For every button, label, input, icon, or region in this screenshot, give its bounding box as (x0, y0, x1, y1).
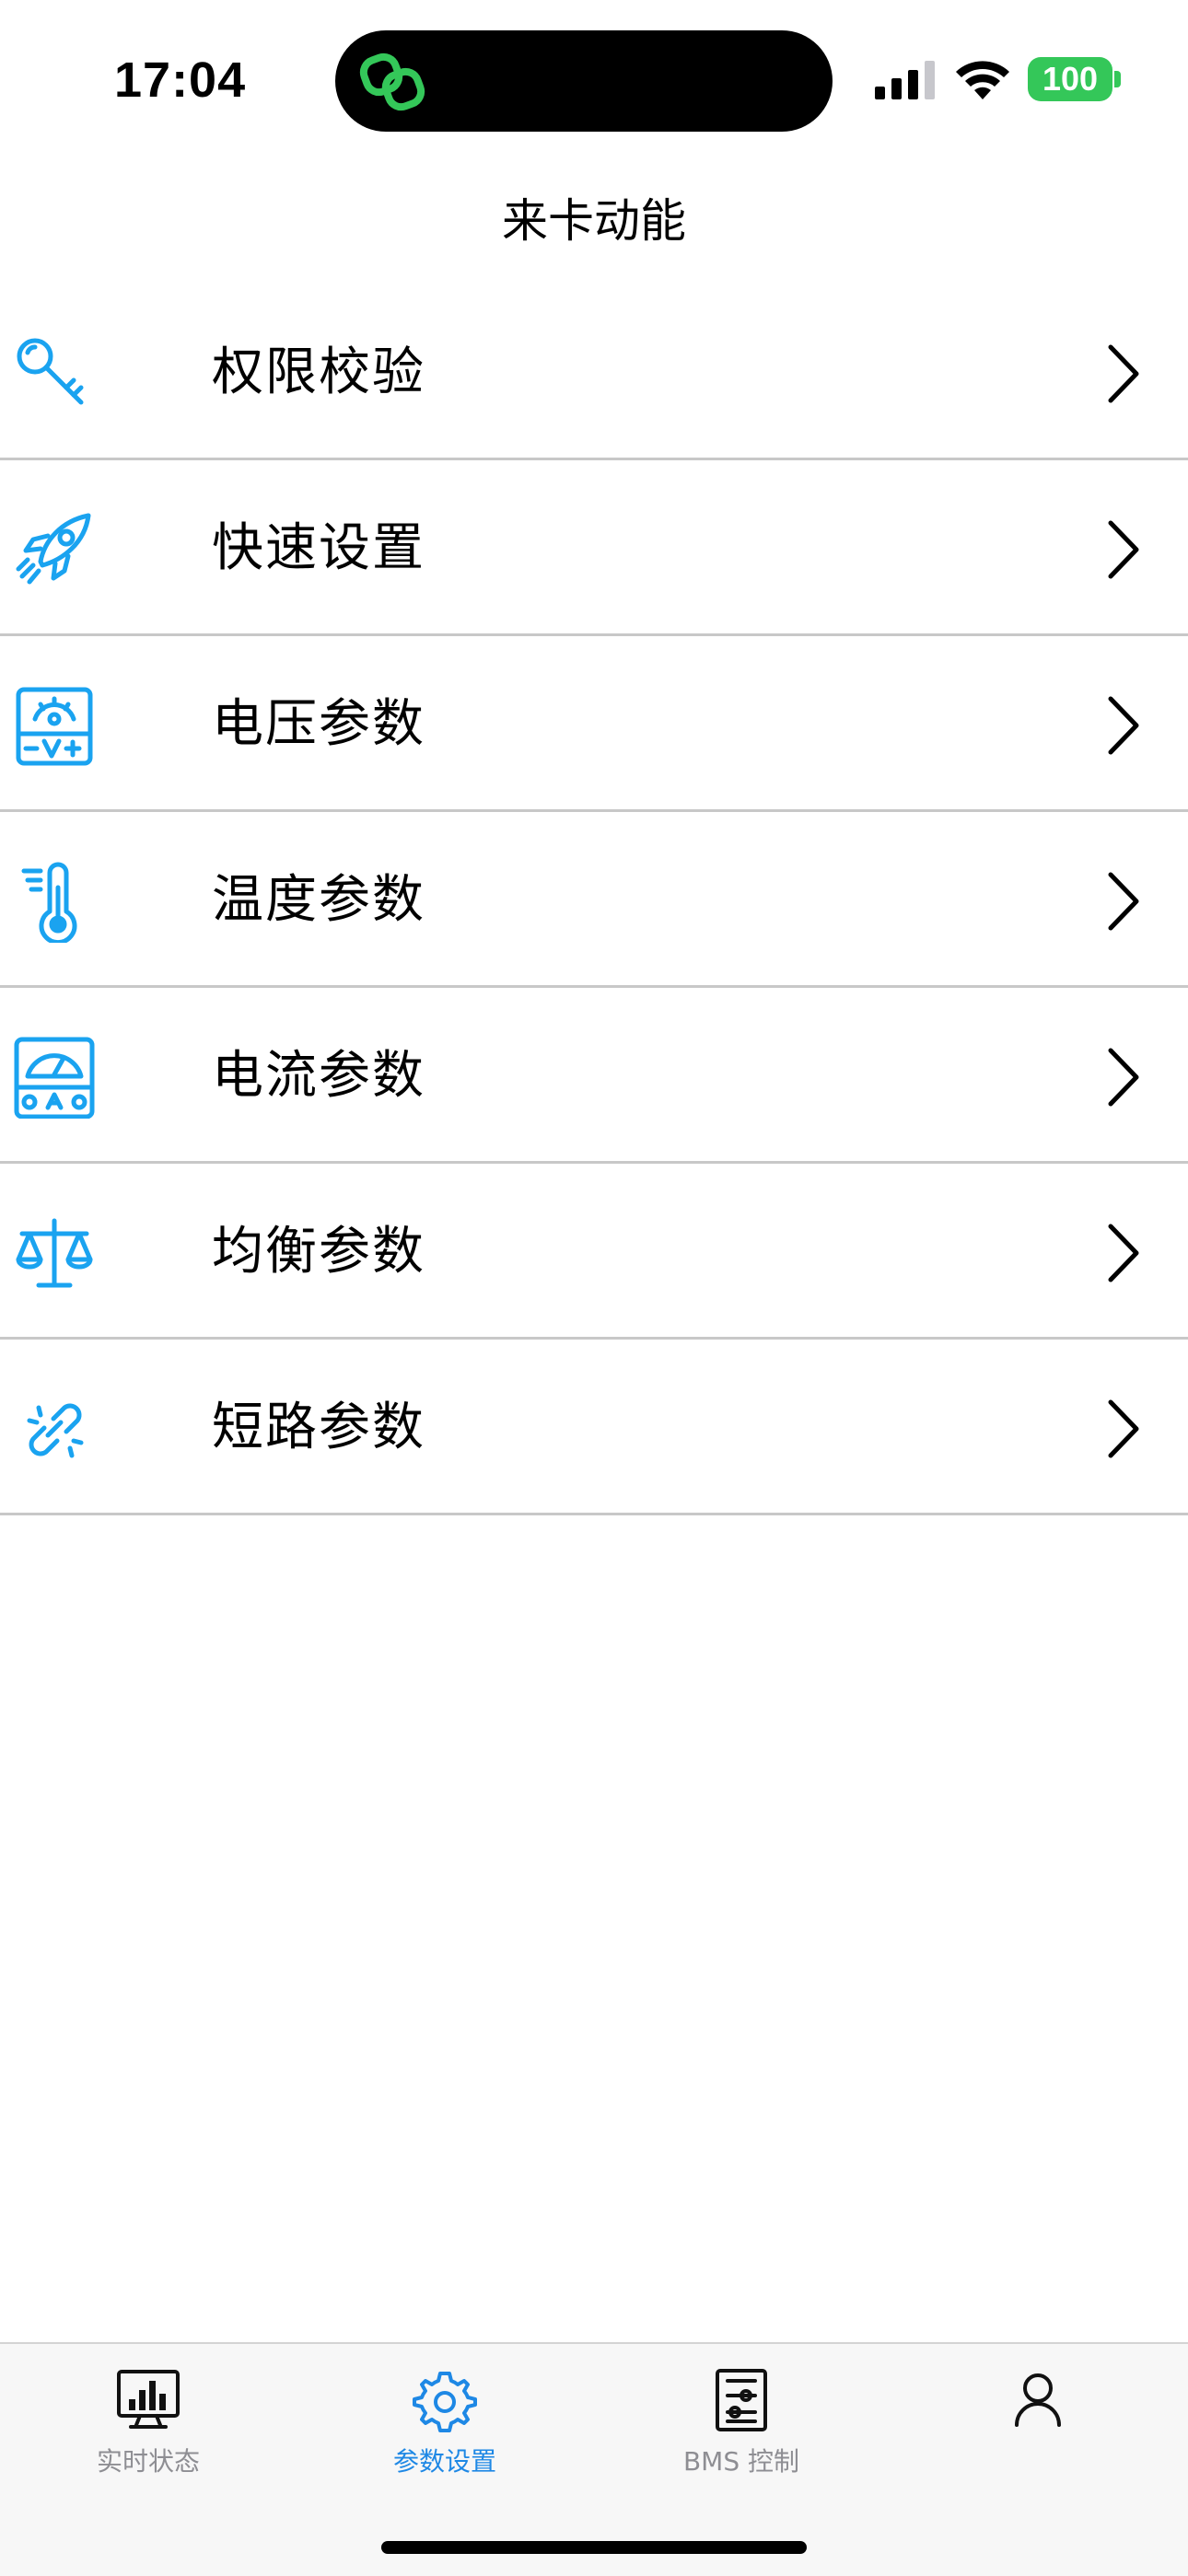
menu-item-balance-params[interactable]: 均衡参数 (0, 1164, 1188, 1340)
menu-item-permission-check[interactable]: 权限校验 (0, 284, 1188, 460)
menu-item-label: 电流参数 (212, 1046, 425, 1106)
menu-item-label: 电压参数 (212, 694, 425, 754)
menu-item-voltage-params[interactable]: 电压参数 (0, 636, 1188, 812)
battery-icon: 100 (1028, 57, 1112, 101)
chevron-right-icon (1108, 872, 1139, 931)
voltmeter-icon (16, 687, 93, 766)
tab-label: 参数设置 (392, 2446, 496, 2477)
key-icon (17, 338, 84, 405)
menu-item-temperature-params[interactable]: 温度参数 (0, 812, 1188, 988)
menu-item-label: 快速设置 (212, 518, 425, 578)
chevron-right-icon (1108, 1224, 1139, 1282)
chevron-right-icon (1108, 1399, 1139, 1458)
home-indicator[interactable] (381, 2541, 807, 2554)
menu-item-quick-setup[interactable]: 快速设置 (0, 460, 1188, 636)
wifi-icon (956, 61, 1009, 99)
control-panel-icon (716, 2369, 767, 2431)
menu-item-label: 权限校验 (212, 342, 425, 402)
menu-item-label: 均衡参数 (212, 1222, 425, 1282)
monitor-chart-icon (117, 2370, 180, 2429)
menu-item-short-circuit-params[interactable]: 短路参数 (0, 1340, 1188, 1515)
menu-item-label: 温度参数 (212, 870, 425, 930)
status-bar: 17:04 100 (0, 0, 1188, 166)
tab-label: BMS 控制 (682, 2446, 800, 2477)
broken-link-icon (27, 1403, 84, 1458)
status-time: 17:04 (114, 52, 247, 108)
battery-tip (1114, 71, 1121, 87)
ammeter-icon (14, 1037, 95, 1119)
page-title: 来卡动能 (502, 194, 686, 248)
user-icon (1015, 2373, 1061, 2427)
settings-menu-list: 权限校验 快速设置 电压参数 温度参数 电流参数 均衡参数 短路参数 (0, 284, 1188, 1515)
cellular-signal-icon (875, 61, 935, 99)
rocket-icon (16, 513, 91, 585)
dynamic-island (335, 30, 833, 132)
chevron-right-icon (1108, 520, 1139, 579)
menu-item-label: 短路参数 (212, 1398, 425, 1457)
tab-profile[interactable] (890, 2344, 1186, 2491)
tab-label: 实时状态 (96, 2446, 200, 2477)
thermometer-icon (21, 862, 77, 943)
menu-item-current-params[interactable]: 电流参数 (0, 988, 1188, 1164)
tab-realtime-status[interactable]: 实时状态 (0, 2344, 297, 2491)
tab-parameter-settings[interactable]: 参数设置 (297, 2344, 593, 2491)
gear-icon (413, 2372, 477, 2432)
chevron-right-icon (1108, 696, 1139, 755)
chevron-right-icon (1108, 344, 1139, 403)
link-app-icon (359, 52, 425, 111)
chevron-right-icon (1108, 1048, 1139, 1107)
balance-scale-icon (16, 1218, 93, 1288)
tab-bms-control[interactable]: BMS 控制 (593, 2344, 890, 2491)
